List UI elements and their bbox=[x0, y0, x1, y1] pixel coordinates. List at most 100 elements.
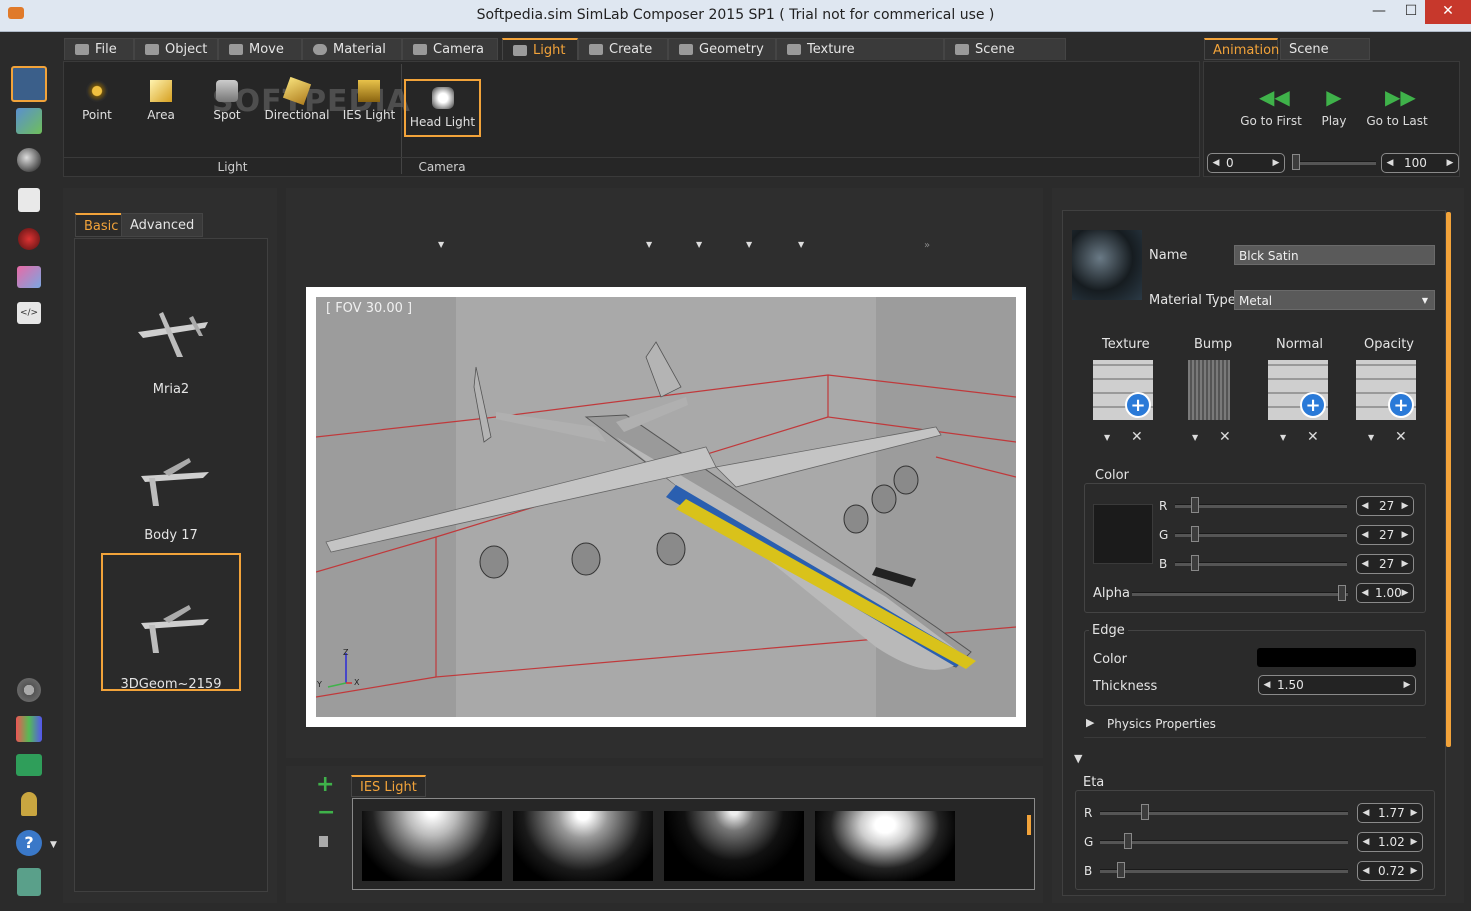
eta-blue-stepper[interactable]: ◀ 0.72 ▶ bbox=[1357, 861, 1423, 881]
bump-remove-icon[interactable]: ✕ bbox=[1219, 429, 1231, 445]
timeline-slider-thumb[interactable] bbox=[1292, 154, 1300, 170]
eta-red-stepper[interactable]: ◀ 1.77 ▶ bbox=[1357, 803, 1423, 823]
blue-stepper[interactable]: ◀ 27 ▶ bbox=[1356, 554, 1414, 574]
play-button[interactable]: ▶ Play bbox=[1314, 87, 1354, 128]
close-button[interactable]: ✕ bbox=[1425, 0, 1471, 24]
eta-blue-slider[interactable] bbox=[1100, 869, 1348, 873]
list-item[interactable]: 3DGeom~2159 bbox=[101, 553, 241, 692]
ies-light-thumbnail[interactable] bbox=[664, 811, 804, 881]
increment-icon[interactable]: ▶ bbox=[1408, 862, 1420, 880]
increment-icon[interactable]: ▶ bbox=[1270, 154, 1282, 172]
settings-icon[interactable] bbox=[17, 678, 41, 702]
key-icon[interactable] bbox=[21, 792, 37, 816]
opacity-options-icon[interactable]: ▼ bbox=[1368, 433, 1374, 442]
transfer-icon[interactable] bbox=[16, 754, 42, 776]
spot-light-button[interactable]: Spot bbox=[206, 80, 248, 136]
help-icon[interactable]: ? bbox=[16, 830, 42, 856]
tab-animation[interactable]: Animation bbox=[1204, 38, 1279, 60]
decrement-icon[interactable]: ◀ bbox=[1360, 862, 1372, 880]
timeline-slider[interactable] bbox=[1292, 161, 1376, 165]
paint-icon[interactable] bbox=[17, 266, 41, 288]
increment-icon[interactable]: ▶ bbox=[1399, 526, 1411, 544]
go-to-first-button[interactable]: ◀◀ Go to First bbox=[1234, 87, 1308, 128]
ies-light-button[interactable]: IES Light bbox=[340, 80, 398, 136]
tab-scene-states[interactable]: Scene States bbox=[944, 38, 1066, 79]
tab-move[interactable]: Move bbox=[218, 38, 302, 60]
red-slider-thumb[interactable] bbox=[1191, 497, 1199, 513]
minimize-button[interactable]: — bbox=[1363, 0, 1395, 24]
eta-green-stepper[interactable]: ◀ 1.02 ▶ bbox=[1357, 832, 1423, 852]
dropdown-icon[interactable]: ▼ bbox=[696, 240, 702, 249]
3d-viewport[interactable]: [ FOV 30.00 ] Z Y X bbox=[316, 297, 1016, 717]
tab-geometry[interactable]: Geometry bbox=[668, 38, 776, 60]
dropdown-icon[interactable]: ▼ bbox=[646, 240, 652, 249]
alpha-slider-thumb[interactable] bbox=[1338, 585, 1346, 601]
edge-color-swatch[interactable] bbox=[1257, 648, 1416, 667]
decrement-icon[interactable]: ◀ bbox=[1210, 154, 1222, 172]
physics-properties-toggle[interactable]: Physics Properties bbox=[1107, 717, 1216, 731]
decrement-icon[interactable]: ◀ bbox=[1360, 833, 1372, 851]
red-slider[interactable] bbox=[1175, 504, 1347, 508]
ies-light-thumbnail[interactable] bbox=[362, 811, 502, 881]
bump-slot[interactable] bbox=[1188, 360, 1230, 420]
eta-green-slider-thumb[interactable] bbox=[1124, 833, 1132, 849]
book-icon[interactable] bbox=[18, 188, 40, 212]
decrement-icon[interactable]: ◀ bbox=[1261, 676, 1273, 694]
increment-icon[interactable]: ▶ bbox=[1401, 676, 1413, 694]
green-slider-thumb[interactable] bbox=[1191, 526, 1199, 542]
increment-icon[interactable]: ▶ bbox=[1399, 584, 1411, 602]
remove-button[interactable]: − bbox=[317, 800, 335, 825]
tab-file[interactable]: File bbox=[64, 38, 134, 60]
dropdown-icon[interactable]: ▼ bbox=[438, 240, 444, 249]
end-frame-stepper[interactable]: ◀ 100 ▶ bbox=[1381, 153, 1459, 173]
add-button[interactable]: + bbox=[316, 772, 334, 797]
swatches-icon[interactable] bbox=[16, 716, 42, 742]
opacity-remove-icon[interactable]: ✕ bbox=[1395, 429, 1407, 445]
physics-expand-icon[interactable]: ▶ bbox=[1086, 716, 1094, 729]
material-ball-icon[interactable] bbox=[17, 148, 41, 172]
blue-slider-thumb[interactable] bbox=[1191, 555, 1199, 571]
directional-light-button[interactable]: Directional bbox=[264, 76, 330, 136]
tab-ies-light[interactable]: IES Light bbox=[351, 775, 426, 797]
material-name-input[interactable]: Blck Satin bbox=[1234, 245, 1435, 265]
dropdown-icon[interactable]: ▼ bbox=[746, 240, 752, 249]
list-item[interactable]: Body 17 bbox=[101, 408, 241, 546]
ies-light-thumbnail[interactable] bbox=[513, 811, 653, 881]
scene-icon[interactable] bbox=[11, 66, 47, 102]
ies-light-thumbnail[interactable] bbox=[815, 811, 955, 881]
library-manage-icon[interactable] bbox=[319, 836, 328, 847]
tab-create[interactable]: Create bbox=[578, 38, 668, 60]
increment-icon[interactable]: ▶ bbox=[1408, 804, 1420, 822]
dropdown-icon[interactable]: ▼ bbox=[798, 240, 804, 249]
eta-red-slider[interactable] bbox=[1100, 811, 1348, 815]
green-stepper[interactable]: ◀ 27 ▶ bbox=[1356, 525, 1414, 545]
tab-scene-states-right[interactable]: Scene States bbox=[1280, 38, 1370, 79]
texture-remove-icon[interactable]: ✕ bbox=[1131, 429, 1143, 445]
color-swatch[interactable] bbox=[1093, 504, 1153, 564]
eta-green-slider[interactable] bbox=[1100, 840, 1348, 844]
collapse-icon[interactable]: ▼ bbox=[1074, 752, 1082, 765]
eta-red-slider-thumb[interactable] bbox=[1141, 804, 1149, 820]
help-dropdown-icon[interactable]: ▼ bbox=[50, 840, 57, 850]
render-icon[interactable] bbox=[18, 228, 40, 250]
script-icon[interactable]: </> bbox=[17, 302, 41, 324]
increment-icon[interactable]: ▶ bbox=[1444, 154, 1456, 172]
opacity-slot[interactable]: + bbox=[1356, 360, 1416, 420]
library-icon[interactable] bbox=[16, 108, 42, 134]
alpha-slider[interactable] bbox=[1132, 592, 1348, 596]
tab-camera[interactable]: Camera bbox=[402, 38, 498, 60]
material-type-select[interactable]: Metal ▼ bbox=[1234, 290, 1435, 310]
normal-slot[interactable]: + bbox=[1268, 360, 1328, 420]
texture-slot[interactable]: + bbox=[1093, 360, 1153, 420]
package-icon[interactable] bbox=[17, 868, 41, 896]
list-item[interactable]: Mria2 bbox=[101, 262, 241, 400]
bump-options-icon[interactable]: ▼ bbox=[1192, 433, 1198, 442]
increment-icon[interactable]: ▶ bbox=[1399, 555, 1411, 573]
tab-material[interactable]: Material bbox=[302, 38, 402, 60]
thickness-stepper[interactable]: ◀ 1.50 ▶ bbox=[1258, 675, 1416, 695]
decrement-icon[interactable]: ◀ bbox=[1359, 497, 1371, 515]
library-scrollbar[interactable] bbox=[1027, 815, 1031, 835]
maximize-button[interactable]: ☐ bbox=[1395, 0, 1427, 24]
texture-options-icon[interactable]: ▼ bbox=[1104, 433, 1110, 442]
normal-remove-icon[interactable]: ✕ bbox=[1307, 429, 1319, 445]
